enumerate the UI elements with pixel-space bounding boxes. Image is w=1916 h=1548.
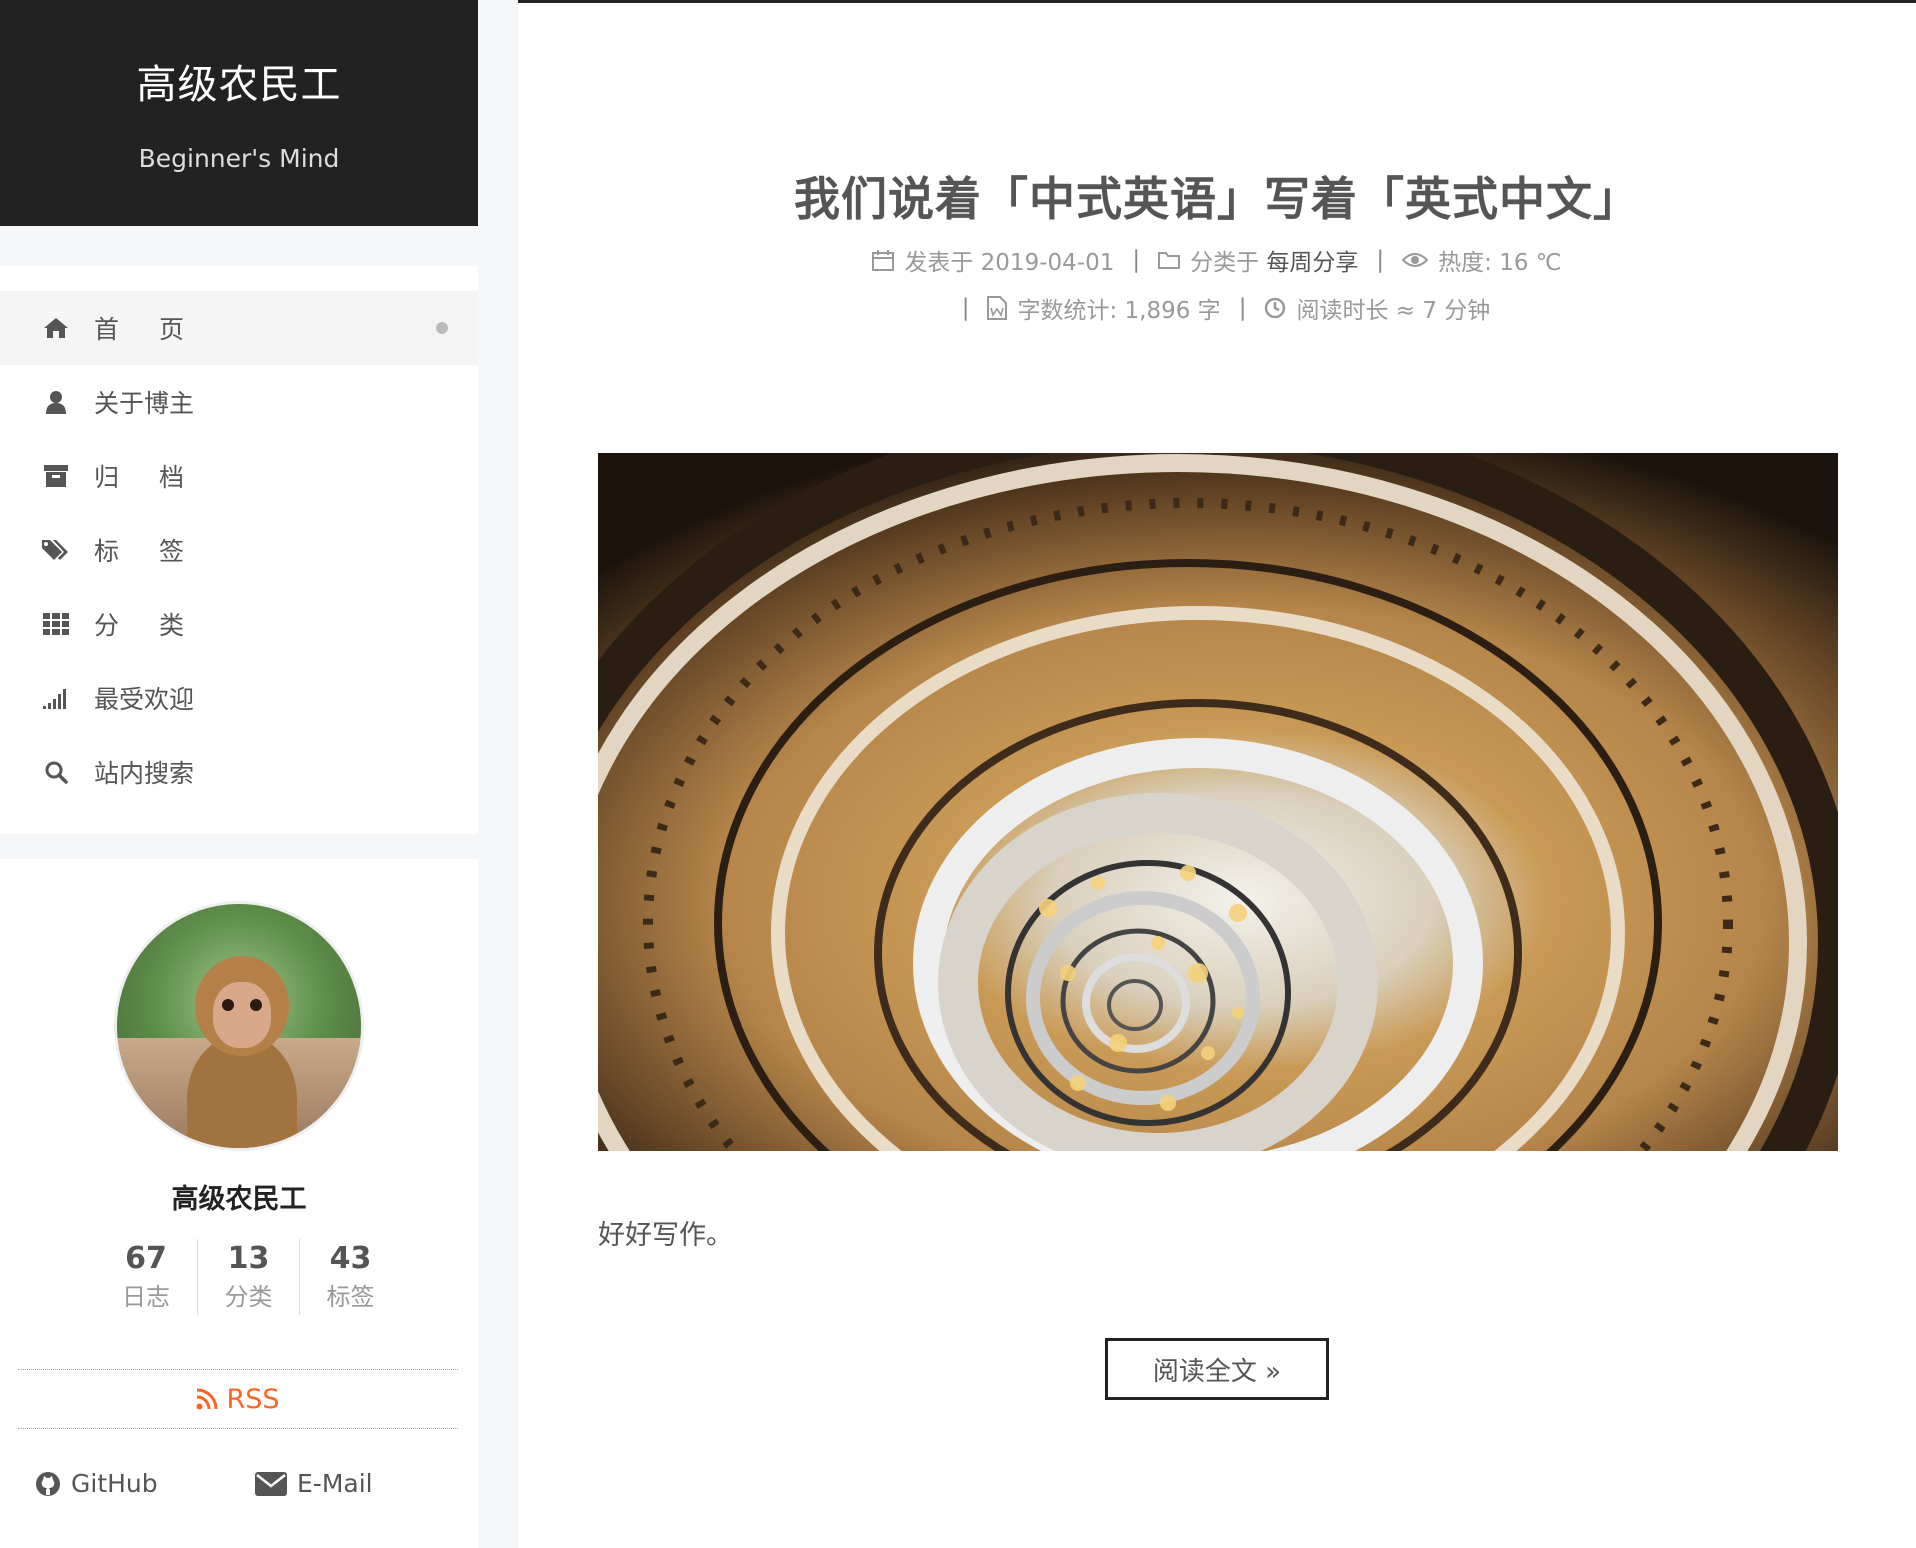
post-wordcount: 字数统计: 1,896 字: [987, 291, 1221, 325]
menu-label: 站内搜索: [94, 759, 195, 788]
tags-icon: [40, 534, 72, 566]
rss-label: RSS: [226, 1383, 280, 1415]
stat-count: 43: [329, 1241, 372, 1276]
meta-separator: |: [1376, 247, 1385, 273]
email-link[interactable]: E-Mail: [255, 1469, 373, 1498]
menu-label: 首页: [94, 315, 225, 344]
archive-icon: [40, 460, 72, 492]
envelope-icon: [255, 1471, 287, 1496]
post-views: 热度: 16 ℃: [1402, 243, 1562, 277]
post-cover-image: [598, 453, 1838, 1151]
post-views-text: 热度: 16 ℃: [1438, 250, 1562, 276]
menu-label: 标签: [94, 537, 225, 566]
home-icon: [40, 312, 72, 344]
author-name: 高级农民工: [171, 1184, 307, 1215]
menu-item-tags[interactable]: 标签: [0, 513, 478, 587]
stat-label: 日志: [122, 1283, 170, 1311]
folder-icon: [1158, 252, 1181, 269]
clock-icon: [1265, 297, 1286, 319]
post-date-text: 发表于 2019-04-01: [904, 250, 1115, 276]
post-meta-primary: 发表于 2019-04-01 | 分类于 每周分享 | 热度: 16 ℃: [518, 243, 1916, 277]
rss-icon: [196, 1388, 218, 1410]
menu-label: 最受欢迎: [94, 685, 195, 714]
user-icon: [40, 386, 72, 418]
post-readtime-text: 阅读时长 ≈ 7 分钟: [1296, 298, 1491, 324]
post-date: 发表于 2019-04-01: [872, 243, 1114, 277]
github-label: GitHub: [71, 1469, 158, 1498]
menu-label: 归档: [94, 463, 225, 492]
grid-icon: [40, 608, 72, 640]
menu-item-categories[interactable]: 分类: [0, 587, 478, 661]
author-profile: 高级农民工 67 日志 13 分类 43 标签 RSS GitHub E-Mai…: [0, 859, 478, 1548]
menu-label: 关于博主: [94, 389, 195, 418]
site-brand[interactable]: 高级农民工 Beginner's Mind: [0, 0, 478, 226]
site-stats: 67 日志 13 分类 43 标签: [95, 1239, 401, 1315]
menu-item-archives[interactable]: 归档: [0, 439, 478, 513]
site-subtitle: Beginner's Mind: [138, 144, 340, 173]
main-menu: 首页 关于博主 归档 标签 分类 最受欢迎 站内搜索: [0, 266, 478, 834]
post-category: 分类于 每周分享: [1158, 243, 1358, 277]
calendar-icon: [872, 250, 895, 271]
post-excerpt: 好好写作。: [598, 1220, 733, 1251]
rss-link[interactable]: RSS: [18, 1369, 458, 1429]
menu-item-popular[interactable]: 最受欢迎: [0, 661, 478, 735]
author-avatar: [114, 901, 364, 1151]
menu-label: 分类: [94, 611, 225, 640]
site-title[interactable]: 高级农民工: [0, 0, 478, 110]
eye-icon: [1402, 253, 1429, 267]
menu-item-search[interactable]: 站内搜索: [0, 735, 478, 809]
menu-item-about[interactable]: 关于博主: [0, 365, 478, 439]
stat-posts[interactable]: 67 日志: [95, 1239, 197, 1315]
menu-item-home[interactable]: 首页: [0, 291, 478, 365]
read-more-button[interactable]: 阅读全文 »: [1105, 1338, 1329, 1400]
social-links: GitHub E-Mail: [35, 1469, 373, 1498]
meta-separator: |: [1238, 295, 1247, 321]
stat-count: 13: [227, 1241, 270, 1276]
stat-categories[interactable]: 13 分类: [197, 1239, 299, 1315]
sidebar: 高级农民工 Beginner's Mind 首页 关于博主 归档 标签 分类 最…: [0, 0, 478, 1548]
stat-tags[interactable]: 43 标签: [299, 1239, 401, 1315]
post-wordcount-text: 字数统计: 1,896 字: [1017, 298, 1221, 324]
file-word-icon: [987, 296, 1008, 320]
active-dot: [436, 322, 448, 334]
post-content: 我们说着「中式英语」写着「英式中文」 发表于 2019-04-01 | 分类于 …: [518, 0, 1916, 1548]
search-icon: [40, 756, 72, 788]
post-readtime: 阅读时长 ≈ 7 分钟: [1264, 291, 1490, 325]
stat-label: 分类: [224, 1283, 273, 1311]
stat-count: 67: [125, 1241, 167, 1276]
github-icon: [36, 1471, 60, 1496]
post-meta-secondary: | 字数统计: 1,896 字 | 阅读时长 ≈ 7 分钟: [518, 291, 1916, 325]
meta-separator: |: [1132, 247, 1141, 273]
signal-icon: [40, 682, 72, 714]
post-title[interactable]: 我们说着「中式英语」写着「英式中文」: [518, 163, 1916, 229]
meta-separator: |: [961, 295, 970, 321]
github-link[interactable]: GitHub: [35, 1469, 255, 1498]
category-link[interactable]: 每周分享: [1266, 243, 1358, 277]
category-prefix: 分类于: [1190, 250, 1260, 276]
email-label: E-Mail: [297, 1469, 373, 1498]
stat-label: 标签: [326, 1283, 375, 1311]
